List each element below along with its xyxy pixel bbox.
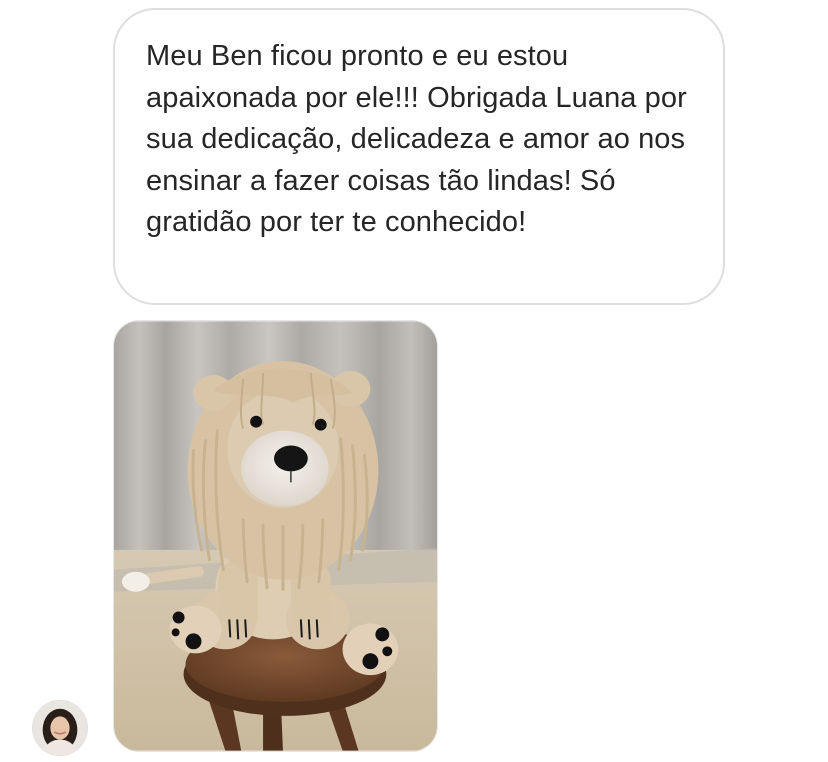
message-bubble[interactable]: Meu Ben ficou pronto e eu estou apaixona… [113,8,725,305]
message-text: Meu Ben ficou pronto e eu estou apaixona… [146,40,687,238]
sender-avatar[interactable] [32,700,88,756]
message-thread: Meu Ben ficou pronto e eu estou apaixona… [0,0,828,762]
photo-message[interactable] [113,320,438,752]
avatar-icon [33,701,87,755]
crochet-lion-image [114,321,437,751]
